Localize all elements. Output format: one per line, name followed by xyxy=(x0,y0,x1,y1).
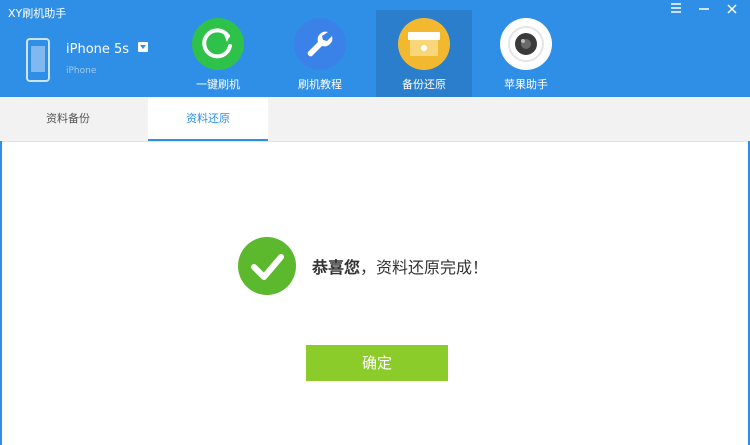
toolbar-item-flash[interactable]: 一键刷机 xyxy=(170,10,266,97)
toolbar-item-apple-helper[interactable]: 苹果助手 xyxy=(478,10,574,97)
phone-icon xyxy=(26,38,50,82)
camera-icon xyxy=(500,18,552,70)
header-bar: XY刷机助手 iPhone 5s iPhone 一键刷机 刷机教程 备份还原 苹… xyxy=(0,0,750,97)
device-selector[interactable]: iPhone 5s iPhone xyxy=(26,38,156,86)
app-title: XY刷机助手 xyxy=(8,7,67,20)
toolbar-item-tutorial[interactable]: 刷机教程 xyxy=(272,10,368,97)
tab-data-backup[interactable]: 资料备份 xyxy=(8,97,128,141)
wrench-icon xyxy=(294,18,346,70)
check-icon xyxy=(238,237,296,295)
refresh-icon xyxy=(192,18,244,70)
chevron-down-icon[interactable] xyxy=(138,42,148,52)
result-message: 恭喜您，资料还原完成！ xyxy=(238,237,488,295)
device-name: iPhone 5s xyxy=(66,42,130,57)
result-title: 恭喜您 xyxy=(312,258,361,277)
toolbar-item-label: 刷机教程 xyxy=(298,78,342,91)
confirm-button[interactable]: 确定 xyxy=(306,345,448,381)
toolbar-item-backup[interactable]: 备份还原 xyxy=(376,10,472,97)
device-subtitle: iPhone xyxy=(66,66,97,76)
menu-icon[interactable] xyxy=(668,2,684,18)
toolbar-item-label: 一键刷机 xyxy=(196,78,240,91)
result-detail: ，资料还原完成！ xyxy=(360,258,489,277)
folder-icon xyxy=(398,18,450,70)
minimize-icon[interactable] xyxy=(696,2,712,18)
result-text: 恭喜您，资料还原完成！ xyxy=(312,254,488,278)
toolbar-item-label: 备份还原 xyxy=(402,78,446,91)
frame-border-left xyxy=(0,141,2,445)
tab-data-restore[interactable]: 资料还原 xyxy=(148,97,268,141)
window-controls xyxy=(668,2,740,18)
close-icon[interactable] xyxy=(724,2,740,18)
tab-bar: 资料备份 资料还原 xyxy=(0,97,750,142)
toolbar-item-label: 苹果助手 xyxy=(504,78,548,91)
